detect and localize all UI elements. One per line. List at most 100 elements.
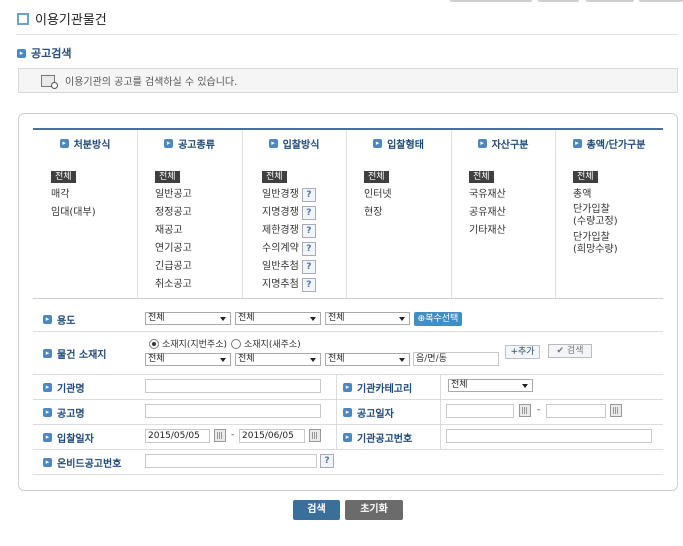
radio-new-address-label: 소재지(새주소) bbox=[243, 340, 301, 350]
page-title-text: 이용기관물건 bbox=[35, 13, 107, 28]
filter-option[interactable]: 긴급공고 bbox=[155, 258, 242, 276]
org-row: ▸ 기관명 ▸ 기관카테고리 전체 bbox=[33, 374, 663, 400]
filter-option[interactable]: 공유재산 bbox=[469, 204, 555, 222]
filter-option-label: 취소공고 bbox=[155, 279, 192, 290]
dong-input[interactable]: 읍/면/동 bbox=[413, 352, 499, 366]
arrow-bullet-icon: ▸ bbox=[43, 458, 52, 467]
multi-select-button[interactable]: ⊕복수선택 bbox=[414, 312, 462, 326]
filter-option[interactable]: 지명추첨? bbox=[262, 276, 346, 294]
usage-select-1[interactable]: 전체 bbox=[145, 312, 231, 325]
usage-select-2[interactable]: 전체 bbox=[235, 312, 321, 325]
notice-date-from-input[interactable] bbox=[446, 404, 514, 418]
top-button-4[interactable] bbox=[639, 0, 683, 2]
bid-date-row: ▸ 입찰일자 2015/05/05 - 2015/06/05 ▸ 기관공고번호 bbox=[33, 424, 663, 450]
filter-option-label: 전체 bbox=[155, 171, 180, 183]
usage-select-3[interactable]: 전체 bbox=[325, 312, 410, 325]
bid-date-label: ▸ 입찰일자 bbox=[43, 430, 94, 445]
category-column: ▸ 공고종류 전체 일반공고 정정공고 재공고 연기공고 긴급공고 취소공고 bbox=[137, 130, 243, 298]
filter-option[interactable]: 전체 bbox=[262, 168, 346, 186]
location-label-text: 물건 소재지 bbox=[57, 350, 107, 361]
column-header-text: 자산구분 bbox=[491, 140, 529, 151]
calendar-icon[interactable] bbox=[214, 429, 226, 442]
onbid-no-label: ▸ 온비드공고번호 bbox=[43, 455, 121, 470]
filter-option[interactable]: 총액 bbox=[573, 186, 663, 204]
help-icon[interactable]: ? bbox=[301, 260, 316, 274]
filter-option-label: 기타재산 bbox=[469, 225, 506, 236]
filter-option[interactable]: 취소공고 bbox=[155, 276, 242, 294]
address-type-radios: 소재지(지번주소) 소재지(새주소) bbox=[149, 337, 301, 350]
filter-option[interactable]: 재공고 bbox=[155, 222, 242, 240]
filter-option[interactable]: 제한경쟁? bbox=[262, 222, 346, 240]
location-select-1[interactable]: 전체 bbox=[145, 353, 231, 366]
usage-label: ▸ 용도 bbox=[43, 312, 75, 327]
help-icon[interactable]: ? bbox=[301, 224, 316, 238]
filter-option[interactable]: 연기공고 bbox=[155, 240, 242, 258]
org-name-input[interactable] bbox=[145, 379, 321, 393]
usage-row: ▸ 용도 전체 전체 전체 ⊕복수선택 bbox=[33, 306, 663, 332]
help-icon[interactable]: ? bbox=[301, 188, 316, 202]
add-location-button[interactable]: +추가 bbox=[505, 345, 540, 359]
notice-date-label-text: 공고일자 bbox=[357, 409, 394, 420]
arrow-bullet-icon: ▸ bbox=[343, 408, 352, 417]
filter-option[interactable]: 기타재산 bbox=[469, 222, 555, 240]
filter-option[interactable]: 단가입찰 (수량고정) bbox=[573, 204, 663, 230]
location-select-2[interactable]: 전체 bbox=[235, 353, 321, 366]
radio-new-address[interactable] bbox=[230, 338, 241, 349]
column-header-text: 입찰방식 bbox=[282, 140, 320, 151]
reset-button[interactable]: 초기화 bbox=[345, 500, 403, 520]
filter-option[interactable]: 수의계약? bbox=[262, 240, 346, 258]
notice-name-input[interactable] bbox=[145, 404, 321, 418]
top-button-2[interactable] bbox=[538, 0, 579, 2]
location-select-3[interactable]: 전체 bbox=[325, 353, 410, 366]
category-grid: ▸ 처분방식 전체 매각 임대(대부) ▸ 공고종류 전체 일반공고 정정공고 재공고 연기공고 긴급공… bbox=[33, 128, 663, 299]
radio-jibun[interactable] bbox=[149, 338, 159, 349]
filter-option[interactable]: 지명경쟁? bbox=[262, 204, 346, 222]
filter-option[interactable]: 전체 bbox=[573, 168, 663, 186]
filter-option[interactable]: 전체 bbox=[155, 168, 242, 186]
filter-option[interactable]: 매각 bbox=[51, 186, 137, 204]
calendar-icon[interactable] bbox=[610, 404, 622, 417]
column-header-text: 공고종류 bbox=[178, 140, 215, 151]
help-icon[interactable]: ? bbox=[301, 206, 316, 220]
filter-option[interactable]: 전체 bbox=[364, 168, 451, 186]
filter-option-label: 전체 bbox=[364, 171, 389, 183]
filter-option[interactable]: 전체 bbox=[469, 168, 555, 186]
notice-date-to-input[interactable] bbox=[546, 404, 606, 418]
help-icon[interactable]: ? bbox=[320, 454, 334, 468]
filter-option[interactable]: 전체 bbox=[51, 168, 137, 186]
calendar-icon[interactable] bbox=[519, 404, 531, 417]
filter-option[interactable]: 일반경쟁? bbox=[262, 186, 346, 204]
section-title-text: 공고검색 bbox=[31, 47, 72, 60]
filter-option-label: 인터넷 bbox=[364, 189, 392, 200]
filter-option[interactable]: 단가입찰 (희망수량) bbox=[573, 232, 663, 258]
filter-option[interactable]: 일반추첨? bbox=[262, 258, 346, 276]
arrow-bullet-icon: ▸ bbox=[343, 383, 352, 392]
date-separator: - bbox=[231, 430, 235, 440]
notice-name-label-text: 공고명 bbox=[57, 409, 85, 420]
help-icon[interactable]: ? bbox=[301, 278, 316, 292]
calendar-icon[interactable] bbox=[309, 429, 321, 442]
bid-date-from-input[interactable]: 2015/05/05 bbox=[145, 429, 210, 443]
page-title: 이용기관물건 bbox=[17, 9, 107, 28]
org-category-select[interactable]: 전체 bbox=[448, 379, 533, 392]
filter-option[interactable]: 임대(대부) bbox=[51, 204, 137, 222]
filter-option-label: 단가입찰 (희망수량) bbox=[573, 232, 618, 255]
help-icon[interactable]: ? bbox=[301, 242, 316, 256]
top-button-3[interactable] bbox=[586, 0, 634, 2]
org-notice-no-input[interactable] bbox=[446, 429, 652, 443]
filter-option[interactable]: 국유재산 bbox=[469, 186, 555, 204]
section-title: ▸ 공고검색 bbox=[17, 45, 71, 61]
arrow-bullet-icon: ▸ bbox=[17, 48, 26, 58]
location-search-button[interactable]: ✔ 검색 bbox=[548, 344, 592, 358]
arrow-bullet-icon: ▸ bbox=[477, 139, 487, 148]
filter-option[interactable]: 일반공고 bbox=[155, 186, 242, 204]
search-button[interactable]: 검색 bbox=[293, 500, 340, 520]
filter-option[interactable]: 정정공고 bbox=[155, 204, 242, 222]
top-button-1[interactable] bbox=[450, 0, 532, 2]
filter-option[interactable]: 인터넷 bbox=[364, 186, 451, 204]
filter-option[interactable]: 현장 bbox=[364, 204, 451, 222]
filter-option-label: 지명추첨 bbox=[262, 279, 299, 290]
filter-option-label: 일반추첨 bbox=[262, 261, 299, 272]
onbid-no-input[interactable] bbox=[145, 454, 317, 468]
bid-date-to-input[interactable]: 2015/06/05 bbox=[239, 429, 305, 443]
